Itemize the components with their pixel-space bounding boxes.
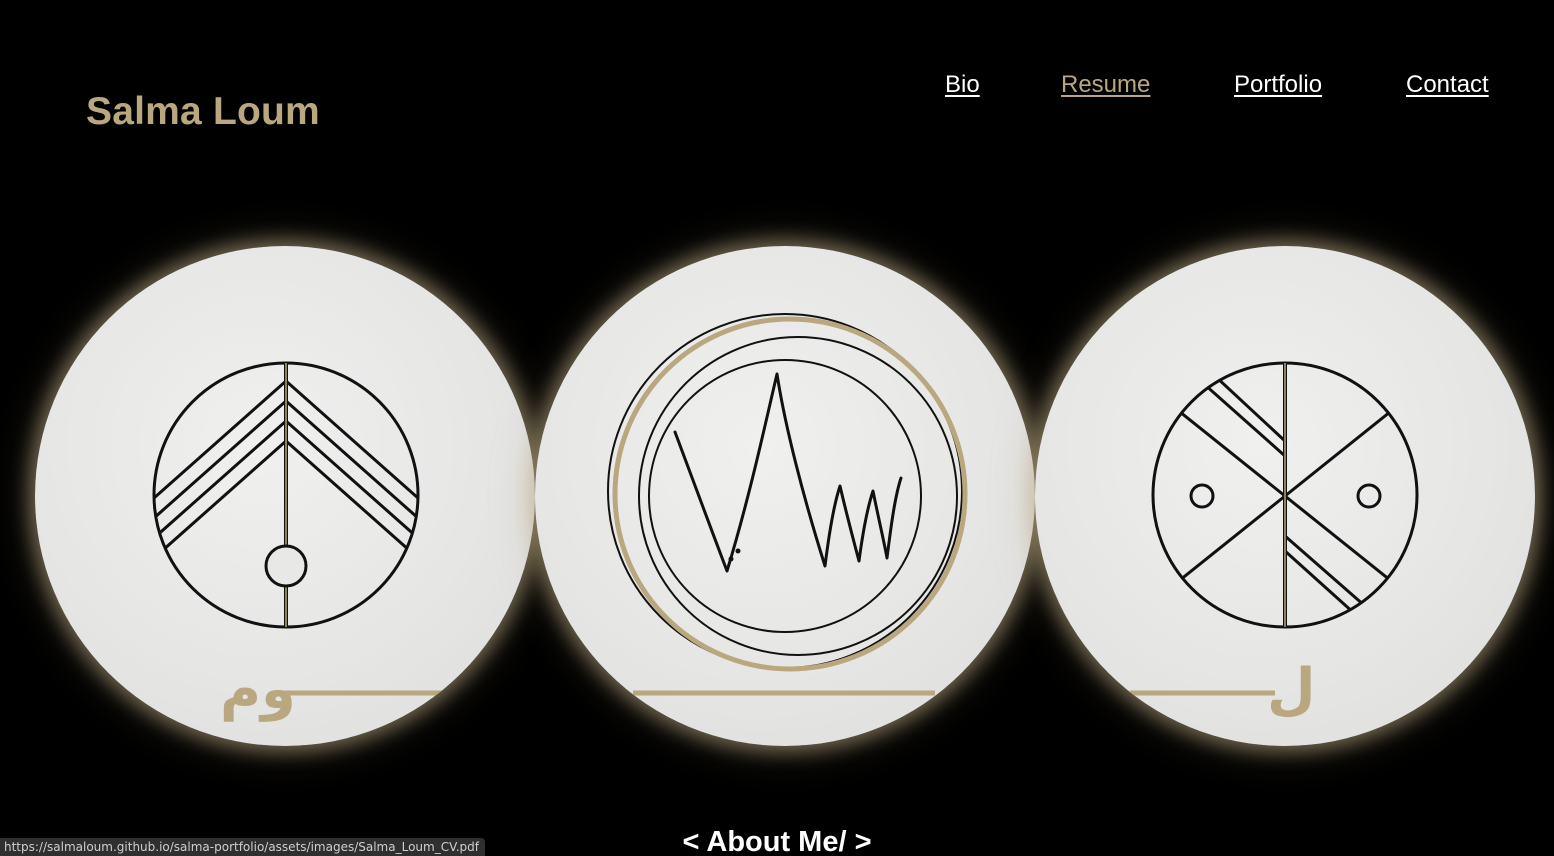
main-nav: Bio Resume Portfolio Contact <box>0 71 1554 101</box>
hero-disc-right: ل <box>1035 246 1535 746</box>
signature-logo-icon <box>607 313 968 696</box>
hero-disc-center <box>535 246 1035 746</box>
hero-disc-left: وم <box>35 246 535 746</box>
calligraphy-text: ل <box>1267 657 1316 722</box>
chevron-symbol-icon: وم <box>152 361 445 722</box>
status-bar-url: https://salmaloum.github.io/salma-portfo… <box>0 838 486 856</box>
cross-symbol-icon: ل <box>1130 361 1419 722</box>
page: Salma Loum Bio Resume Portfolio Contact … <box>0 0 1554 856</box>
nav-link-resume[interactable]: Resume <box>1061 71 1150 99</box>
nav-link-contact[interactable]: Contact <box>1406 71 1489 99</box>
nav-link-bio[interactable]: Bio <box>945 71 980 99</box>
calligraphy-text: وم <box>220 657 296 722</box>
nav-link-portfolio[interactable]: Portfolio <box>1234 71 1322 99</box>
